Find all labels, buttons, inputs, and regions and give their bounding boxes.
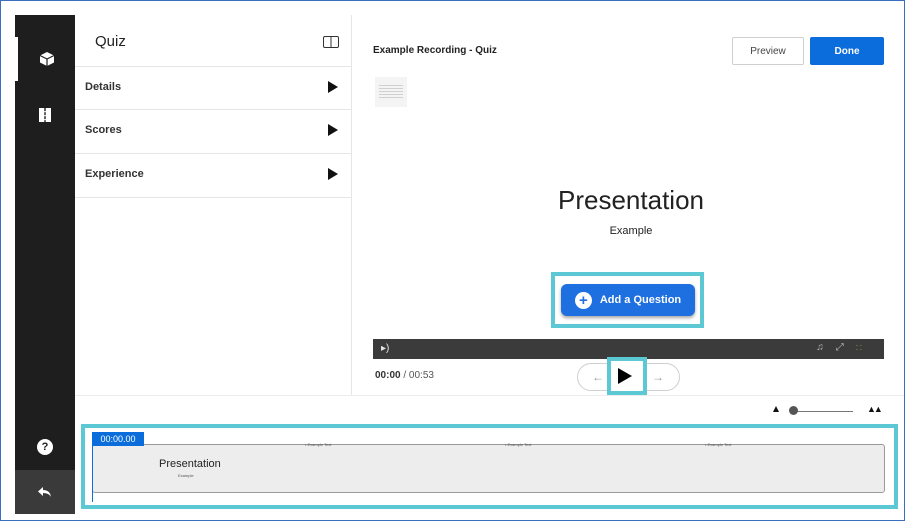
chevron-right-icon [328,124,338,136]
menu-item-experience[interactable]: Experience [75,154,351,198]
panel-toggle-button[interactable] [323,35,339,53]
playhead[interactable] [92,446,93,502]
app-window: ? Quiz Details Scores Experience Example… [0,0,905,521]
back-arrow-icon [38,487,51,497]
add-question-button[interactable]: + Add a Question [561,284,695,316]
timeline-divider [75,395,904,396]
help-button[interactable]: ? [15,425,75,469]
slide-marker[interactable]: • Example Text [305,442,331,447]
player-icons: ♫⤢∷ [816,342,874,353]
zoom-out-icon[interactable] [773,406,779,412]
help-icon: ? [37,439,53,455]
rail-item-chapters[interactable] [15,93,75,137]
chevron-right-icon [328,81,338,93]
menu-item-label: Scores [85,124,122,136]
left-rail: ? [15,15,75,514]
cube-icon [39,52,54,66]
zoom-slider[interactable] [793,411,853,412]
panel-toggle-icon [323,36,339,48]
player-bar: ▸) ♫⤢∷ [373,339,884,359]
book-icon [39,108,51,122]
menu-item-details[interactable]: Details [75,66,351,110]
menu-item-scores[interactable]: Scores [75,110,351,154]
current-time: 00:00 [375,370,401,381]
rail-item-quiz[interactable] [15,37,75,81]
done-button[interactable]: Done [810,37,884,65]
music-icon[interactable]: ♫ [816,342,836,353]
document-icon [375,77,407,107]
volume-icon[interactable]: ▸) [381,343,389,354]
next-arrow-icon[interactable]: → [652,370,664,384]
play-icon [618,368,632,384]
back-button[interactable] [15,470,75,514]
quiz-panel: Quiz Details Scores Experience [75,15,352,395]
slide-marker[interactable]: • Example Text [505,442,531,447]
quiz-panel-title: Quiz [95,33,126,50]
menu-item-label: Details [85,81,122,93]
slide-subtitle: Example [609,225,653,237]
plus-icon: + [574,291,592,309]
chevron-right-icon [328,168,338,180]
captions-icon[interactable]: ∷ [856,342,874,353]
slide-title: Presentation [558,185,704,215]
zoom-slider-handle[interactable] [789,406,798,415]
timeline-clip-title: Presentation [159,458,221,470]
time-separator: / [400,370,409,381]
preview-button[interactable]: Preview [732,37,804,65]
time-display: 00:00 / 00:53 [375,370,434,381]
recording-title: Example Recording - Quiz [373,45,497,56]
zoom-in-icon[interactable]: ▲▲ [867,404,883,414]
slide-marker[interactable]: • Example Text [705,442,731,447]
add-question-label: Add a Question [599,294,682,306]
total-time: 00:53 [408,370,434,381]
timeline-clip-subtitle: Example [178,473,194,478]
menu-item-label: Experience [85,168,144,180]
previous-arrow-icon[interactable]: ← [592,370,604,384]
playhead-timestamp: 00:00.00 [92,432,144,446]
fullscreen-icon[interactable]: ⤢ [836,342,856,353]
